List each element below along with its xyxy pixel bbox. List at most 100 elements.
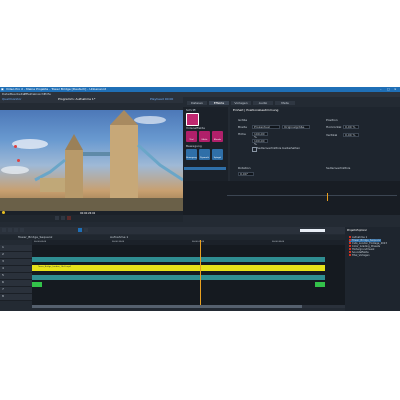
- menu-effects[interactable]: Effekte: [24, 93, 35, 96]
- source-monitor-label[interactable]: Quellmonitor: [2, 98, 22, 101]
- video-editor-window: ▣ Video Pro X - Meine Projekte - Tower B…: [0, 87, 400, 311]
- menu-help[interactable]: Hilfe: [44, 93, 51, 96]
- aspect-checkbox-label: Seitenverhältnis beibehalten: [257, 146, 301, 150]
- tower-bridge-image: [0, 110, 183, 211]
- folder-icon: [349, 236, 351, 238]
- group-position[interactable]: Position: [326, 119, 338, 122]
- tab-audio[interactable]: Audio: [253, 101, 273, 105]
- anchor-point-icon[interactable]: [17, 159, 20, 162]
- rotation-input[interactable]: 0,00°: [238, 172, 254, 176]
- zoom-in-button[interactable]: [84, 228, 88, 232]
- minimize-button[interactable]: –: [380, 88, 382, 91]
- record-button[interactable]: [67, 216, 71, 220]
- size-width-input[interactable]: 100,00 %: [252, 132, 268, 139]
- effects-list-highlight[interactable]: [184, 167, 226, 170]
- effects-category-panel: Schrift Videoeffekte Titel Effekt Blende…: [183, 107, 228, 181]
- folder-icon: [349, 239, 351, 241]
- size-mode-dropdown[interactable]: Prozentual: [252, 125, 280, 129]
- position-vertical-label: Vertikal: [326, 133, 338, 137]
- tab-meta[interactable]: Meta: [275, 101, 295, 105]
- section-font[interactable]: Schrift: [186, 109, 196, 112]
- play-button[interactable]: [55, 216, 59, 220]
- track-header[interactable]: 7: [0, 287, 32, 294]
- track-header[interactable]: 4: [0, 266, 32, 273]
- mode-button[interactable]: [78, 228, 82, 232]
- position-horizontal-input[interactable]: 0,00 %: [343, 125, 359, 129]
- tab-templates[interactable]: Vorlagen: [231, 101, 251, 105]
- track-header[interactable]: 6: [0, 280, 32, 287]
- tab-files[interactable]: Dateien: [187, 101, 207, 105]
- explorer-title: Projekt-Explorer: [347, 229, 367, 232]
- ruler-tick-label: 00:00:10:00: [112, 241, 125, 243]
- size-preset-dropdown[interactable]: Originalgröße: [282, 125, 310, 129]
- track-header[interactable]: 8: [0, 294, 32, 301]
- position-vertical-input[interactable]: 0,00 %: [343, 133, 359, 137]
- font-effect-icon[interactable]: [186, 113, 199, 126]
- folder-icon: [349, 242, 351, 244]
- explorer-item[interactable]: Titel_Vorlagen: [349, 254, 370, 257]
- tab-effects[interactable]: Effekte: [209, 101, 229, 105]
- title-clip[interactable]: Tower_Bridge_London_16x9.mp4: [32, 265, 325, 271]
- timeline-tab-sequence[interactable]: Tower_Bridge_Sequenz: [18, 236, 52, 239]
- scrollbar-thumb[interactable]: [32, 305, 302, 308]
- group-size[interactable]: Größe: [238, 119, 247, 122]
- timeline-tracks: Tower_Bridge_London_16x9.mp4: [32, 240, 345, 305]
- track-header[interactable]: 5: [0, 273, 32, 280]
- folder-icon: [349, 254, 351, 256]
- window-title: Video Pro X - Meine Projekte - Tower Bri…: [6, 87, 106, 91]
- timeline-toolbar: [0, 227, 345, 234]
- position-horizontal-label: Horizontal: [326, 125, 342, 129]
- group-aspect[interactable]: Seitenverhältnis: [326, 167, 350, 170]
- group-rotation[interactable]: Rotation: [238, 167, 251, 170]
- ruler-tick-label: 00:00:00:00: [34, 241, 47, 243]
- clip-label: Tower_Bridge_London_16x9.mp4: [38, 266, 71, 268]
- properties-header: Einheit | Positionsbestimmung: [233, 108, 279, 112]
- audio-clip-end[interactable]: [315, 282, 325, 287]
- keyframe-track[interactable]: [227, 195, 397, 196]
- ruler-tick-label: 00:00:20:00: [192, 241, 205, 243]
- effects-panel-tabs: Dateien Effekte Vorlagen Audio Meta: [185, 101, 400, 106]
- anchor-point-icon[interactable]: [14, 145, 17, 148]
- playhead-label: Playhead 00:00: [150, 97, 174, 101]
- mirror-effect-label: Spiegel: [213, 157, 222, 159]
- video-clip[interactable]: [32, 257, 325, 262]
- scrubber-marker-icon[interactable]: [2, 211, 5, 214]
- maximize-button[interactable]: □: [387, 88, 390, 91]
- keyframe-marker-icon[interactable]: [327, 193, 328, 201]
- transport-controls: [0, 215, 183, 222]
- menu-file[interactable]: Datei: [2, 93, 10, 96]
- close-button[interactable]: ×: [394, 88, 397, 91]
- program-monitor-label: Programm: Aufnahme 1*: [58, 97, 96, 101]
- undo-button[interactable]: [14, 228, 18, 232]
- timeline-tab-recording[interactable]: Aufnahme 1: [110, 236, 128, 239]
- stop-button[interactable]: [61, 216, 65, 220]
- timeline-scrollbar[interactable]: [32, 305, 345, 308]
- playhead-line[interactable]: [200, 240, 201, 305]
- motion-effect-label: Bewegung: [186, 157, 197, 159]
- app-logo: ▣: [1, 87, 4, 91]
- preview-header: Quellmonitor Programm: Aufnahme 1* Playh…: [0, 97, 183, 103]
- redo-button[interactable]: [20, 228, 24, 232]
- properties-panel: Einheit | Positionsbestimmung Größe Brei…: [230, 107, 400, 181]
- fade-effect-label: Blende: [214, 139, 221, 141]
- track-header[interactable]: 3: [0, 259, 32, 266]
- zoom-slider[interactable]: [300, 229, 325, 232]
- size-width-label: Breite: [238, 125, 247, 129]
- folder-icon: [349, 245, 351, 247]
- audio-clip-start[interactable]: [32, 282, 42, 287]
- cut-tool-button[interactable]: [8, 228, 12, 232]
- select-tool-button[interactable]: [2, 228, 6, 232]
- size-height-label: Höhe: [238, 132, 246, 136]
- section-motion[interactable]: Bewegung: [186, 145, 202, 148]
- size-height-input[interactable]: 100,00 %: [252, 139, 268, 146]
- section-video-effects[interactable]: Videoeffekte: [186, 127, 205, 130]
- folder-icon: [349, 248, 351, 250]
- track-header[interactable]: 1: [0, 245, 32, 252]
- folder-icon: [349, 251, 351, 253]
- ruler-tick-label: 00:00:30:00: [272, 241, 285, 243]
- keyframe-area[interactable]: [183, 181, 400, 215]
- effect-label: Effekt: [201, 139, 208, 141]
- video-preview[interactable]: [0, 110, 183, 211]
- audio-clip[interactable]: [32, 275, 325, 280]
- track-header[interactable]: 2: [0, 252, 32, 259]
